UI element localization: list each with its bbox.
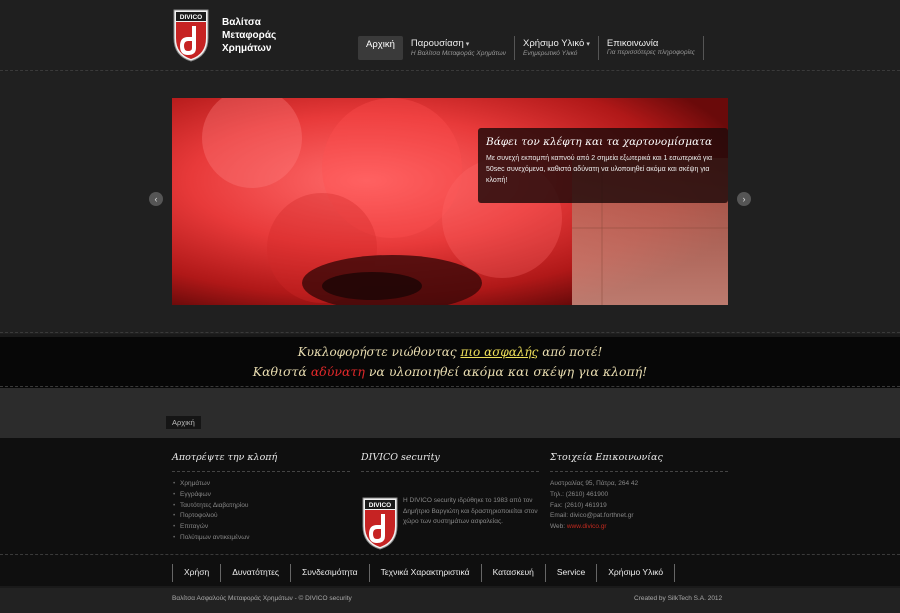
brand-line: Βαλίτσα [222,17,261,28]
tagline-band: Κυκλοφορήστε νιώθοντας πιο ασφαλής από π… [0,337,900,388]
footer-list-item[interactable]: Ταυτότητες Διαβατηρίου [172,501,350,512]
nav-sublabel: Ενημερωτικό Υλικό [523,50,578,57]
copyright-bar: Βαλίτσα Ασφαλούς Μεταφοράς Χρημάτων - © … [0,588,900,613]
brand-line: Χρημάτων [222,43,272,54]
main-nav: Αρχική Παρουσίαση ▾ Η Βαλίτσα Μεταφοράς Χ… [358,36,704,60]
contact-address: Αυστραλίας 95, Πάτρα, 264 42 [550,480,639,487]
slide-caption: Βάφει τον κλέφτη και τα χαρτονομίσματα Μ… [478,128,728,203]
bottom-nav-item-connectivity[interactable]: Συνδεσιμότητα [291,564,370,582]
footer-column-about: DIVICO security DIVICO Η DIVICO security… [361,452,539,550]
slider-area: Βάφει τον κλέφτη και τα χαρτονομίσματα Μ… [0,72,900,334]
caption-text: Με συνεχή εκπομπή καπνού από 2 σημεία εξ… [486,155,713,184]
divider [0,332,900,333]
bottom-nav-item-capabilities[interactable]: Δυνατότητες [221,564,292,582]
tagline-line-1: Κυκλοφορήστε νιώθοντας πιο ασφαλής από π… [0,345,900,359]
nav-label: Παρουσίαση [410,38,464,49]
brand-line: Μεταφοράς [222,30,277,41]
divider [0,386,900,387]
footer-column-title: Αποτρέψτε την κλοπή [172,452,350,472]
footer-column-contact: Στοιχεία Επικοινωνίας Αυστραλίας 95, Πάτ… [550,452,728,533]
footer-column-prevent-theft: Αποτρέψτε την κλοπή Χρημάτων Εγγράφων Τα… [172,452,350,544]
nav-sublabel: Η Βαλίτσα Μεταφοράς Χρημάτων [410,50,506,57]
contact-web: Web: www.divico.gr [550,522,728,533]
breadcrumb-strip: Αρχική [0,388,900,438]
divico-logo: DIVICO [362,497,398,550]
footer-list-item[interactable]: Εγγράφων [172,490,350,501]
footer-column-title: Στοιχεία Επικοινωνίας [550,452,728,472]
tagline-text: από ποτέ! [538,345,603,359]
bottom-nav-item-service[interactable]: Service [546,564,598,582]
footer-list-item[interactable]: Πολύτιμων αντικειμένων [172,533,350,544]
bottom-nav: Χρήση Δυνατότητες Συνδεσιμότητα Τεχνικά … [0,564,900,586]
chevron-left-icon[interactable]: ‹ [149,192,163,206]
credits-text[interactable]: Created by SilkTech S.A. 2012 [634,595,722,602]
nav-sublabel: Για περισσότερες πληροφορίες [606,49,695,56]
nav-item-contact[interactable]: Επικοινωνία Για περισσότερες πληροφορίες [599,36,704,60]
footer-list-item[interactable]: Χρημάτων [172,479,350,490]
nav-item-home[interactable]: Αρχική [358,36,403,60]
tagline-link[interactable]: πιο ασφαλής [460,345,538,359]
footer: Αποτρέψτε την κλοπή Χρημάτων Εγγράφων Τα… [0,438,900,564]
contact-phone: Τηλ.: (2610) 461900 [550,490,609,498]
breadcrumb[interactable]: Αρχική [166,416,201,429]
brand-name[interactable]: Βαλίτσα Μεταφοράς Χρημάτων [222,16,302,55]
header: DIVICO Βαλίτσα Μεταφοράς Χρημάτων Αρχική… [0,0,900,72]
caption-title: Βάφει τον κλέφτη και τα χαρτονομίσματα [486,136,713,148]
tagline-line-2: Καθιστά αδύνατη να υλοποιηθεί ακόμα και … [0,364,900,379]
bottom-nav-item-usage[interactable]: Χρήση [173,564,222,582]
tagline-highlight: αδύνατη [310,364,365,379]
footer-list-item[interactable]: Επιταγών [172,522,350,533]
chevron-right-icon[interactable]: › [737,192,751,206]
nav-label: Χρήσιμο Υλικό [523,38,585,49]
contact-fax: Fax: (2610) 461919 [550,501,607,509]
contact-web-link[interactable]: www.divico.gr [567,523,607,530]
chevron-down-icon: ▾ [586,41,590,48]
divico-logo[interactable]: DIVICO [172,8,210,62]
bottom-nav-item-construction[interactable]: Κατασκευή [482,564,546,582]
chevron-down-icon: ▾ [465,41,470,48]
tagline-text: Κυκλοφορήστε νιώθοντας [297,345,461,359]
contact-email[interactable]: Email: divico@pat.forthnet.gr [550,511,728,522]
nav-label: Επικοινωνία [606,38,659,49]
slide-image[interactable]: Βάφει τον κλέφτη και τα χαρτονομίσματα Μ… [172,98,728,305]
footer-list: Χρημάτων Εγγράφων Ταυτότητες Διαβατηρίου… [172,479,350,544]
nav-label: Αρχική [366,39,395,50]
tagline-text: Καθιστά [252,364,311,379]
divider [0,554,900,555]
tagline-text: να υλοποιηθεί ακόμα και σκέψη για κλοπή! [364,364,648,379]
svg-text:DIVICO: DIVICO [369,502,391,509]
svg-text:DIVICO: DIVICO [180,14,202,21]
bottom-nav-item-specs[interactable]: Τεχνικά Χαρακτηριστικά [370,564,482,582]
nav-item-useful-material[interactable]: Χρήσιμο Υλικό ▾ Ενημερωτικό Υλικό [515,36,599,60]
footer-list-item[interactable]: Πορτοφολιού [172,511,350,522]
nav-item-presentation[interactable]: Παρουσίαση ▾ Η Βαλίτσα Μεταφοράς Χρημάτων [403,36,515,60]
divider [0,70,900,71]
footer-column-title: DIVICO security [361,452,539,472]
about-text: Η DIVICO security ιδρύθηκε το 1983 από τ… [403,497,538,525]
copyright-text: Βαλίτσα Ασφαλούς Μεταφοράς Χρημάτων - © … [172,595,352,602]
bottom-nav-item-useful-material[interactable]: Χρήσιμο Υλικό [597,564,676,582]
contact-web-label: Web: [550,523,567,531]
bottom-nav-list: Χρήση Δυνατότητες Συνδεσιμότητα Τεχνικά … [172,564,676,582]
